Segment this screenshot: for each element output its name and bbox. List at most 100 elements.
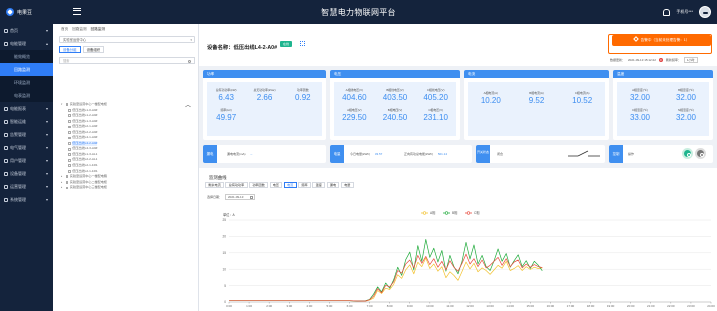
sidebar-item[interactable]: 电能报表 ▾ (0, 102, 53, 115)
sidebar-item[interactable]: 电气管理 ▾ (0, 141, 53, 154)
update-label: 数据更新： (610, 58, 626, 62)
tree-checkbox[interactable] (68, 164, 71, 168)
y-tick-label: 20 (222, 235, 226, 239)
sidebar-item[interactable]: 运营管理 ▾ (0, 180, 53, 193)
leakage-info: 漏电电流(mA) -- (227, 152, 252, 156)
metric-voltage-ca: C相线电压(V) 405.20 (423, 88, 448, 102)
leakage-tag: 漏电 (203, 145, 217, 163)
home-icon (4, 28, 8, 33)
tree-checkbox[interactable] (65, 181, 69, 184)
maintenance-icon (4, 119, 8, 124)
expand-arrow-icon[interactable]: ▸ (61, 185, 64, 191)
sidebar-item-label: 电气管理 (10, 144, 26, 150)
interval-label: 刷新频率： (665, 58, 681, 62)
switch-tag: 开关状态 (476, 145, 490, 163)
energy-total: 正向有功总电能(kWh) 501.14 (404, 152, 447, 156)
tree-search-input[interactable]: 搜索 (59, 57, 195, 64)
tab-device-group[interactable]: 设备分组 (59, 46, 81, 53)
x-tick-label: 16:00 (547, 304, 555, 308)
power-card-title: 功率 (203, 70, 326, 78)
tree-checkbox[interactable] (65, 103, 69, 107)
tree-checkbox[interactable] (68, 131, 71, 134)
tab-device-org[interactable]: 设备组织 (82, 46, 105, 53)
sidebar-item[interactable]: 告警管理 ▾ (0, 128, 53, 141)
x-tick-label: 19:00 (607, 304, 615, 308)
chevron-icon: ▾ (45, 106, 48, 111)
project-select[interactable]: 实验室运营中心 ▾ (59, 36, 195, 43)
x-tick-label: 21:00 (647, 304, 655, 308)
energy-today-label: 今日电量(kWh) (350, 152, 370, 156)
sidebar-item-label: 电能报表 (10, 105, 26, 111)
leakage-value: -- (250, 152, 253, 156)
chevron-icon: ▴ (45, 41, 48, 46)
series-line (229, 239, 543, 302)
control-label: 操作 (628, 152, 635, 156)
sidebar-item[interactable]: 首页 ▾ (0, 24, 53, 37)
sidebar-subitem[interactable]: 电表监测 (0, 89, 53, 102)
alarm-button[interactable]: 告警中（当前未处理告警：1） (612, 35, 711, 46)
expand-arrow-icon[interactable]: ▾ (61, 102, 64, 108)
temperature-card: 温度 A相温度(℃) 32.00 B相温度(℃) 32.00 C相温度(℃) 33.0… (613, 70, 713, 140)
tree-checkbox[interactable] (68, 142, 71, 145)
tree-checkbox[interactable] (65, 175, 69, 179)
sidebar-item[interactable]: 设备管理 ▾ (0, 167, 53, 180)
sidebar-item-label: 设备管理 (10, 170, 26, 176)
chevron-down-icon: ▾ (190, 38, 192, 42)
update-time: 2021-09-13 15:12:22 (628, 58, 656, 62)
tree-checkbox[interactable] (68, 114, 71, 118)
sidebar-item-label: 告警管理 (10, 131, 26, 137)
sidebar-subitem[interactable]: 环境监测 (0, 76, 53, 89)
metric-temp-c: C相温度(℃) 33.00 (629, 108, 651, 122)
tree-checkbox[interactable] (68, 136, 71, 140)
breadcrumb-item[interactable]: 首页 (61, 27, 68, 32)
avatar[interactable] (699, 6, 711, 18)
sidebar-item[interactable]: 电能管理 ▴ (0, 37, 53, 50)
switch-state: 闭合 (497, 152, 504, 156)
device-tree: ▾ 实验室运营中心一楼配电柜 低压出线L1-0-A0# 低压出线L1-2-A0# 低压出… (61, 102, 107, 191)
x-tick-label: 12:00 (466, 304, 474, 308)
metric-temp-a: A相温度(℃) 32.00 (629, 88, 651, 102)
tree-checkbox[interactable] (68, 158, 71, 162)
sidebar-subitem[interactable]: 能效概览 (0, 50, 53, 63)
power-off-button[interactable] (695, 148, 706, 159)
metric-frequency: 频率(Hz) 49.97 (216, 108, 237, 122)
energy-panel: 电量 今日电量(kWh) 33.57 正向有功总电能(kWh) 501.14 (330, 145, 472, 163)
metric-current-a: A相电流(A) 10.20 (480, 91, 501, 105)
interval-select[interactable]: 1小时 (683, 57, 698, 63)
sidebar-item[interactable]: 系统管理 ▾ (0, 193, 53, 206)
search-icon[interactable] (187, 59, 191, 63)
current-card: 电流 A相电流(A) 10.20 B相电流(A) 9.52 C相电流(A) 10.52 (464, 70, 609, 140)
power-card: 功率 总有功功率(kW) 6.43 总无功功率(kVar) 2.66 功率因数 0.9… (203, 70, 326, 140)
leakage-label: 漏电电流(mA) (227, 152, 246, 156)
tree-checkbox[interactable] (68, 125, 71, 129)
breadcrumb: 首页 回路监测 回路监测 (61, 27, 105, 32)
x-tick-label: 3:00 (286, 304, 292, 308)
alarm-count-badge[interactable]: 0 (658, 58, 663, 62)
tree-node[interactable]: ▸ 实验室运营中心三楼配电柜 (61, 185, 107, 191)
x-tick-label: 20:00 (627, 304, 635, 308)
tree-checkbox[interactable] (68, 169, 71, 173)
current-card-title: 电流 (464, 70, 609, 78)
tree-node-label: 实验室运营中心三楼配电柜 (69, 185, 107, 190)
user-name[interactable]: 手机号*** (676, 9, 693, 15)
user-icon (4, 158, 8, 163)
chevron-up-icon[interactable]: ︿ (185, 100, 191, 109)
power-on-button[interactable] (682, 148, 693, 159)
legend-label: C相 (474, 210, 480, 215)
bell-icon[interactable] (663, 8, 671, 16)
chevron-icon: ▾ (45, 119, 48, 124)
switch-panel: 开关状态 闭合 (476, 145, 605, 163)
sidebar-item-label: 电能管理 (10, 40, 26, 46)
tree-checkbox[interactable] (68, 120, 71, 123)
sidebar-subitem[interactable]: 回路监测 (0, 63, 53, 76)
sidebar-item[interactable]: 智能运维 ▾ (0, 115, 53, 128)
qr-code-icon[interactable] (300, 41, 305, 46)
breadcrumb-item[interactable]: 回路监测 (72, 27, 86, 32)
tree-checkbox[interactable] (68, 108, 71, 112)
tree-checkbox[interactable] (68, 153, 71, 157)
sidebar-item[interactable]: 用户管理 ▾ (0, 154, 53, 167)
tree-checkbox[interactable] (68, 147, 71, 151)
metric-reactive-power: 总无功功率(kVar) 2.66 (253, 88, 276, 102)
x-tick-label: 23:00 (687, 304, 695, 308)
tree-checkbox[interactable] (65, 186, 69, 190)
